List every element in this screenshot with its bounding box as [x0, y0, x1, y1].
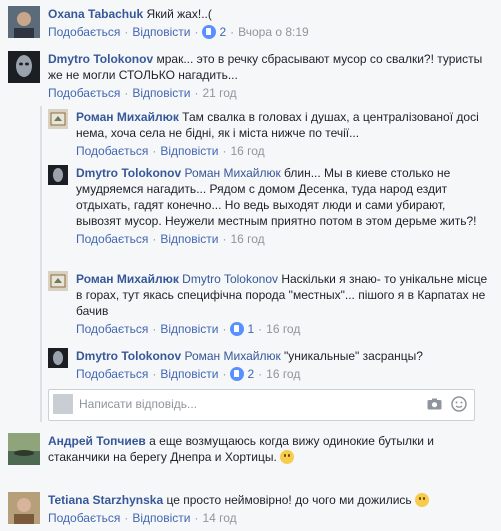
like-icon[interactable]: [230, 322, 245, 336]
timestamp[interactable]: 16 год: [230, 232, 264, 246]
like-button[interactable]: Подобається: [76, 367, 148, 381]
mention[interactable]: Роман Михайлюк: [184, 166, 280, 180]
like-button[interactable]: Подобається: [76, 322, 148, 336]
camera-icon[interactable]: [427, 398, 442, 410]
reply-actions: Подобається · Відповісти · 2 · 16 год: [76, 367, 301, 381]
avatar[interactable]: [8, 433, 40, 465]
avatar[interactable]: [8, 492, 40, 524]
comment-actions: Подобається · Відповісти · 14 год: [48, 511, 237, 525]
reply-placeholder: Написати відповідь...: [79, 397, 197, 411]
reply-author[interactable]: Dmytro Tolokonov: [76, 166, 181, 180]
reply-text: "уникальные" засранцы?: [284, 349, 423, 363]
timestamp[interactable]: 14 год: [202, 511, 236, 525]
comment-author[interactable]: Oxana Tabachuk: [48, 7, 143, 21]
timestamp[interactable]: 21 год: [202, 86, 236, 100]
mention[interactable]: Dmytro Tolokonov: [182, 272, 278, 286]
reply-actions: Подобається · Відповісти · 1 · 16 год: [76, 322, 301, 336]
like-icon[interactable]: [202, 25, 217, 39]
sad-emoji-icon: [280, 450, 295, 464]
timestamp[interactable]: Вчора о 8:19: [238, 25, 309, 39]
avatar[interactable]: [8, 6, 40, 38]
comment-author[interactable]: Dmytro Tolokonov: [48, 52, 153, 66]
like-button[interactable]: Подобається: [76, 144, 148, 158]
avatar[interactable]: [48, 165, 68, 185]
like-icon[interactable]: [230, 367, 245, 381]
comment-text: Який жах!..(: [146, 7, 212, 21]
comment-actions: Подобається · Відповісти · 2 · Вчора о 8:19: [48, 25, 309, 39]
reply-button[interactable]: Відповісти: [132, 511, 190, 525]
comment-text: це просто неймовірно! до чого ми дожилис…: [166, 493, 412, 507]
avatar: [53, 394, 73, 414]
reply-actions: Подобається · Відповісти · 16 год: [76, 232, 265, 246]
reply-button[interactable]: Відповісти: [160, 144, 218, 158]
like-button[interactable]: Подобається: [48, 511, 120, 525]
timestamp[interactable]: 16 год: [266, 322, 300, 336]
comment-actions: Подобається · Відповісти · 21 год: [48, 86, 237, 100]
avatar[interactable]: [48, 348, 68, 368]
reply-input[interactable]: Написати відповідь...: [48, 389, 475, 421]
like-button[interactable]: Подобається: [76, 232, 148, 246]
reply-author[interactable]: Dmytro Tolokonov: [76, 349, 181, 363]
like-button[interactable]: Подобається: [48, 86, 120, 100]
sad-emoji-icon: [415, 493, 429, 507]
avatar[interactable]: [48, 109, 68, 129]
emoji-icon[interactable]: [451, 396, 467, 412]
avatar[interactable]: [48, 271, 68, 291]
comment-author[interactable]: Андрей Топчиев: [48, 434, 146, 448]
avatar[interactable]: [8, 51, 40, 83]
comment-author[interactable]: Tetiana Starzhynska: [48, 493, 163, 507]
reply-button[interactable]: Відповісти: [160, 367, 218, 381]
reply-actions: Подобається · Відповісти · 16 год: [76, 144, 265, 158]
timestamp[interactable]: 16 год: [266, 367, 300, 381]
reply-author[interactable]: Роман Михайлюк: [76, 110, 179, 124]
thread-line: [40, 106, 42, 422]
timestamp[interactable]: 16 год: [230, 144, 264, 158]
reply-button[interactable]: Відповісти: [160, 232, 218, 246]
like-button[interactable]: Подобається: [48, 25, 120, 39]
mention[interactable]: Роман Михайлюк: [184, 349, 280, 363]
reply-author[interactable]: Роман Михайлюк: [76, 272, 179, 286]
reply-button[interactable]: Відповісти: [132, 86, 190, 100]
reply-button[interactable]: Відповісти: [160, 322, 218, 336]
reply-button[interactable]: Відповісти: [132, 25, 190, 39]
